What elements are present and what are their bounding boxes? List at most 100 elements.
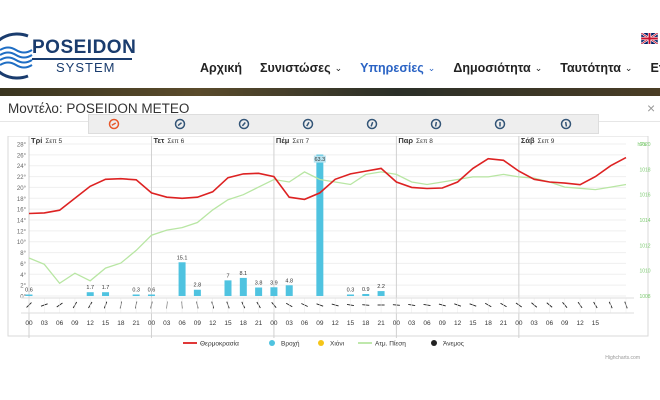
day-name: Πέμ <box>276 136 290 145</box>
x-tick-label: 15 <box>592 320 600 327</box>
rain-data-label: 3.9 <box>270 280 278 286</box>
nav-item-2[interactable]: Υπηρεσίες ⌄ <box>360 61 435 75</box>
x-tick-label: 00 <box>515 320 523 327</box>
wind-direction-icon[interactable] <box>430 118 442 130</box>
wind-direction-icon[interactable] <box>494 118 506 130</box>
rain-data-label: 3.8 <box>255 281 263 287</box>
uk-flag-icon[interactable] <box>641 33 658 44</box>
y-right-tick: 1020 <box>639 142 650 148</box>
day-date: Σεπ 6 <box>167 138 184 145</box>
x-tick-label: 12 <box>576 320 584 327</box>
logo-subtitle: SYSTEM <box>56 60 116 75</box>
x-tick-label: 03 <box>41 320 49 327</box>
y-left-tick: 28° <box>17 143 27 149</box>
day-date: Σεπ 8 <box>416 138 433 145</box>
legend-dot-icon <box>318 340 324 346</box>
legend-label: Θερμοκρασία <box>200 340 239 348</box>
rain-bar <box>316 154 324 296</box>
y-left-tick: 22° <box>17 175 27 181</box>
wind-direction-icon[interactable] <box>302 118 314 130</box>
chevron-down-icon: ⌄ <box>334 62 343 73</box>
wind-direction-strip <box>88 114 599 134</box>
x-tick-label: 21 <box>255 320 263 327</box>
wind-direction-icon[interactable] <box>366 118 378 130</box>
y-left-tick: 24° <box>17 164 27 170</box>
forecast-chart: 0°2°4°6°8°10°12°14°16°18°20°22°24°26°28°… <box>7 136 651 361</box>
rain-data-label: 4.8 <box>285 278 293 284</box>
rain-bar <box>270 287 278 296</box>
x-tick-label: 06 <box>301 320 309 327</box>
nav-item-5[interactable]: Επικοινωνία <box>650 61 660 75</box>
x-tick-label: 18 <box>240 320 248 327</box>
rain-bar <box>346 294 354 296</box>
wind-direction-icon[interactable] <box>238 118 250 130</box>
y-left-tick: 20° <box>17 186 27 192</box>
x-tick-label: 03 <box>531 320 539 327</box>
nav-item-1[interactable]: Συνιστώσες ⌄ <box>260 61 342 75</box>
legend-label: Ατμ. Πίεση <box>375 340 406 348</box>
rain-data-label: 0.6 <box>25 288 33 294</box>
day-header: Τετ Σεπ 6 <box>153 136 184 145</box>
x-tick-label: 15 <box>347 320 355 327</box>
day-name: Τρί <box>31 136 42 145</box>
legend-label: Βροχή <box>281 341 300 348</box>
day-header: Τρί Σεπ 5 <box>31 136 63 145</box>
x-tick-label: 06 <box>546 320 554 327</box>
nav-item-0[interactable]: Αρχική <box>200 61 242 75</box>
day-name: Παρ <box>398 136 413 145</box>
x-tick-label: 06 <box>423 320 431 327</box>
rain-data-label: 15.1 <box>177 255 188 261</box>
x-tick-label: 21 <box>377 320 385 327</box>
rain-bar <box>147 294 155 296</box>
nav-item-3[interactable]: Δημοσιότητα ⌄ <box>453 61 542 75</box>
rain-data-label: 7 <box>226 273 229 279</box>
rain-bar <box>255 287 263 296</box>
wind-direction-icon[interactable] <box>174 118 186 130</box>
nav-item-label: Επικοινωνία <box>650 61 660 75</box>
x-tick-label: 00 <box>393 320 401 327</box>
y-left-tick: 6° <box>20 262 26 268</box>
x-tick-label: 09 <box>194 320 202 327</box>
rain-bar <box>239 277 247 296</box>
poseidon-logo[interactable]: POSEIDON SYSTEM <box>0 30 140 82</box>
y-left-tick: 26° <box>17 153 27 159</box>
nav-item-4[interactable]: Ταυτότητα ⌄ <box>560 61 632 75</box>
close-icon[interactable]: × <box>647 100 655 116</box>
x-tick-label: 09 <box>561 320 569 327</box>
rain-bar <box>102 292 110 296</box>
chevron-down-icon: ⌄ <box>624 62 633 73</box>
day-name: Τετ <box>153 136 165 145</box>
y-left-tick: 8° <box>20 251 26 257</box>
y-left-tick: 16° <box>17 208 27 214</box>
x-tick-label: 12 <box>209 320 217 327</box>
wind-direction-icon[interactable] <box>108 118 120 130</box>
x-tick-label: 03 <box>408 320 416 327</box>
x-tick-label: 18 <box>362 320 370 327</box>
y-right-tick: 1012 <box>639 243 650 249</box>
forecast-modal: Μοντέλο: POSEIDON METEO × 0°2°4°6°8°10°1… <box>0 96 660 400</box>
x-tick-label: 15 <box>102 320 110 327</box>
site-header: POSEIDON SYSTEM Αρχική Συνιστώσες ⌄ Υπηρεσί… <box>0 0 660 88</box>
wind-direction-icon[interactable] <box>560 118 572 130</box>
rain-data-label: 1.7 <box>86 285 94 291</box>
x-tick-label: 21 <box>500 320 508 327</box>
rain-bar <box>285 285 293 296</box>
rain-data-label: 0.3 <box>132 288 140 294</box>
rain-data-label: 1.7 <box>102 285 110 291</box>
x-tick-label: 06 <box>56 320 64 327</box>
chevron-down-icon: ⌄ <box>427 62 436 73</box>
x-tick-label: 15 <box>469 320 477 327</box>
x-tick-label: 00 <box>270 320 278 327</box>
day-header: Παρ Σεπ 8 <box>398 136 433 145</box>
rain-bar <box>86 292 94 296</box>
day-date: Σεπ 5 <box>45 138 62 145</box>
y-left-tick: 10° <box>17 240 27 246</box>
legend-label: Άνεμος <box>443 341 464 348</box>
rain-data-label: 63.3 <box>314 157 325 163</box>
x-tick-label: 09 <box>439 320 447 327</box>
x-tick-label: 03 <box>286 320 294 327</box>
chart-credit: Highcharts.com <box>605 355 640 361</box>
y-left-tick: 4° <box>20 273 26 279</box>
y-left-tick: 18° <box>17 197 27 203</box>
rain-data-label: 0.6 <box>148 288 156 294</box>
